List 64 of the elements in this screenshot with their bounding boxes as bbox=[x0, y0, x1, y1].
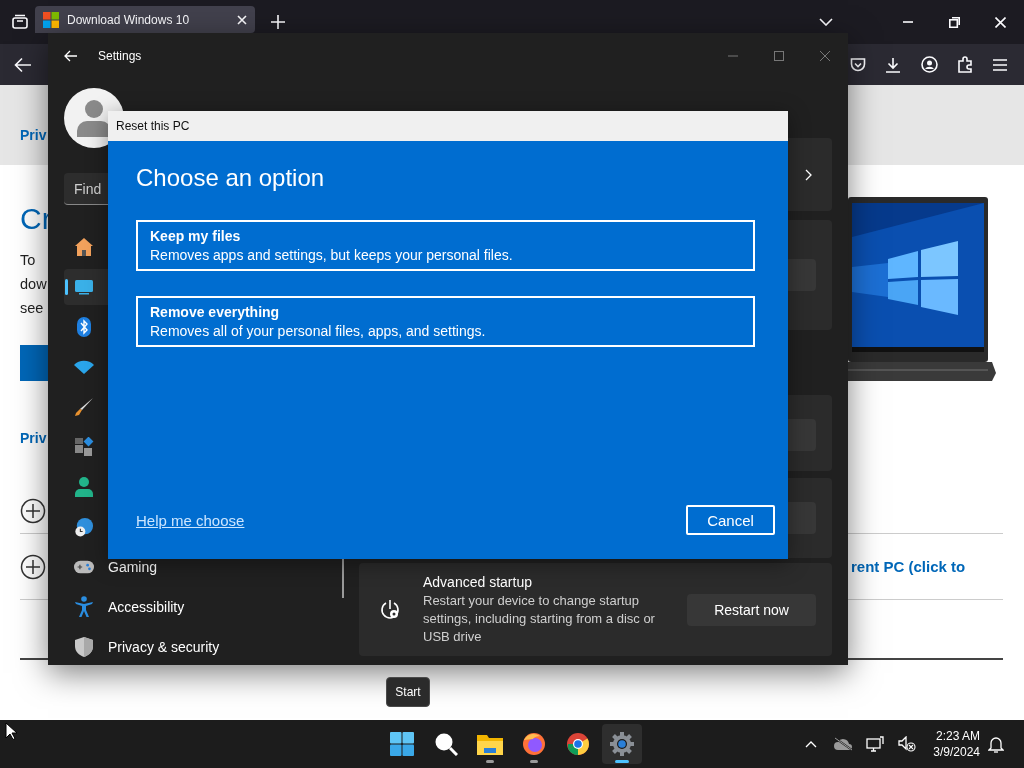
shield-icon bbox=[74, 637, 94, 657]
nav-item[interactable] bbox=[64, 269, 108, 305]
cancel-button[interactable]: Cancel bbox=[686, 505, 775, 535]
speaker-muted-icon[interactable] bbox=[898, 736, 917, 752]
cloud-off-icon[interactable] bbox=[833, 737, 854, 751]
card-title: Advanced startup bbox=[423, 573, 533, 590]
nav-item[interactable]: Privacy & security bbox=[64, 629, 327, 665]
maximize-icon[interactable] bbox=[774, 51, 784, 61]
bluetooth-icon bbox=[74, 317, 94, 337]
paragraph-line: see bbox=[20, 299, 45, 318]
puzzle-icon[interactable] bbox=[957, 56, 973, 73]
home-icon bbox=[74, 237, 94, 257]
back-arrow-icon[interactable] bbox=[64, 50, 78, 62]
restart-now-button[interactable]: Restart now bbox=[687, 593, 816, 626]
help-link[interactable]: Help me choose bbox=[136, 511, 245, 529]
windows-logo-icon bbox=[43, 11, 59, 28]
dialog-title: Reset this PC bbox=[116, 119, 190, 133]
tooltip: Start bbox=[386, 677, 430, 707]
network-icon[interactable] bbox=[866, 735, 885, 753]
wifi-icon bbox=[74, 360, 94, 374]
card-description: Restart your device to change startup settings, including starting from a disc or USB drive bbox=[423, 591, 656, 646]
clock[interactable]: 2:23 AM 3/9/2024 bbox=[933, 728, 980, 760]
globe-clock-icon bbox=[74, 516, 94, 538]
chevron-right-icon bbox=[805, 168, 812, 181]
search-field[interactable]: Find bbox=[64, 173, 108, 205]
brush-icon bbox=[74, 397, 94, 417]
chevron-up-icon[interactable] bbox=[805, 740, 818, 748]
apps-icon bbox=[74, 437, 94, 457]
gamepad-icon bbox=[74, 560, 94, 574]
person-icon bbox=[74, 477, 94, 497]
dialog-heading: Choose an option bbox=[136, 163, 326, 193]
browser-tab[interactable]: Download Windows 10 bbox=[35, 6, 255, 33]
menu-icon[interactable] bbox=[993, 58, 1007, 71]
windows-logo-icon[interactable] bbox=[390, 732, 414, 756]
page-heading: Cr bbox=[20, 201, 52, 237]
expand-icon[interactable] bbox=[20, 553, 46, 580]
new-tab-icon[interactable] bbox=[271, 15, 285, 29]
page-link[interactable]: Priv bbox=[20, 127, 47, 143]
monitor-icon bbox=[74, 279, 94, 295]
download-icon[interactable] bbox=[885, 56, 901, 73]
expand-icon[interactable] bbox=[20, 497, 46, 524]
tab-list-icon[interactable] bbox=[12, 14, 28, 30]
folder-icon[interactable] bbox=[477, 733, 503, 755]
back-arrow-icon[interactable] bbox=[14, 56, 32, 73]
paragraph-line: dow bbox=[20, 275, 47, 294]
paragraph-line: To bbox=[20, 251, 37, 270]
window-title: Settings bbox=[98, 49, 142, 63]
nav-item[interactable]: Accessibility bbox=[64, 589, 327, 625]
search-icon[interactable] bbox=[434, 732, 458, 756]
expand-row-title[interactable]: rent PC (click to bbox=[851, 558, 966, 575]
power-gear-icon bbox=[379, 598, 401, 621]
browser-icon[interactable] bbox=[566, 732, 590, 756]
browser-icon[interactable] bbox=[522, 732, 546, 756]
gear-icon[interactable] bbox=[610, 732, 634, 756]
account-icon[interactable] bbox=[921, 56, 938, 73]
option-button[interactable]: Remove everything Removes all of your personal files, apps, and settings. bbox=[136, 296, 755, 347]
notification-icon[interactable] bbox=[988, 735, 1004, 753]
cursor-icon bbox=[5, 722, 17, 740]
accessibility-icon bbox=[74, 596, 94, 618]
restore-icon[interactable] bbox=[949, 16, 960, 28]
taskbar-button[interactable] bbox=[602, 724, 642, 764]
chevron-down-icon[interactable] bbox=[819, 18, 833, 26]
page-link[interactable]: Priv bbox=[20, 426, 47, 450]
option-button[interactable]: Keep my files Removes apps and settings, but keeps your personal files. bbox=[136, 220, 755, 271]
